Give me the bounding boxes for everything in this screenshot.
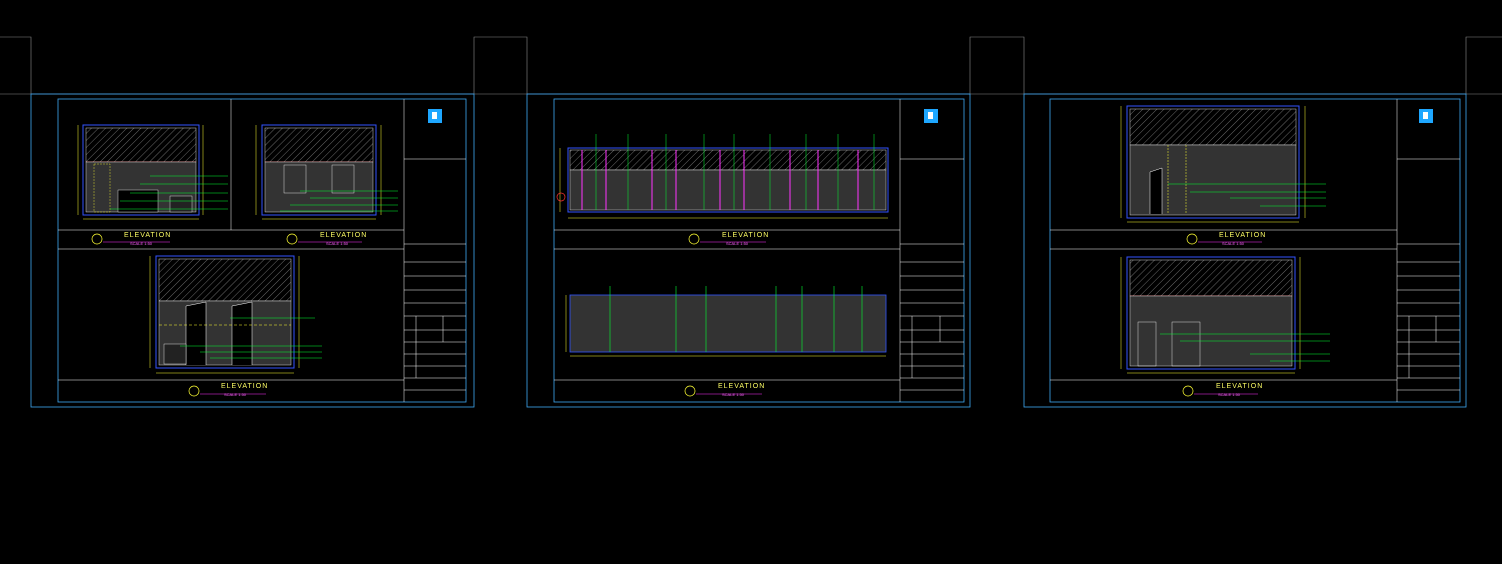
elevation-title-2b: ELEVATION [718, 383, 766, 390]
sheet-2-outer-frame [526, 93, 971, 408]
elevation-title-1b: ELEVATION [320, 232, 368, 239]
elevation-drawing-3b [1120, 256, 1330, 374]
title-block-3 [1397, 109, 1460, 391]
elevation-drawing-1c [149, 255, 322, 374]
sheet-tabs [0, 36, 1502, 95]
elevation-title-1a: ELEVATION [124, 232, 172, 239]
elevation-scale-2b: SCALE 1:50 [722, 392, 745, 397]
elevation-drawing-3a [1120, 105, 1326, 223]
elevation-drawing-2b [565, 286, 887, 357]
sheet-2-inner-frame [553, 98, 965, 403]
elevation-drawing-1a [77, 124, 228, 220]
sheet-3 [1023, 93, 1467, 408]
sheet-1 [30, 93, 475, 408]
title-block-1 [404, 109, 466, 391]
elevation-drawing-1b [255, 124, 398, 220]
cad-drawing-canvas [0, 36, 1502, 408]
title-block-2 [900, 109, 964, 391]
elevation-scale-1a: SCALE 1:50 [130, 241, 153, 246]
elevation-scale-3b: SCALE 1:50 [1218, 392, 1241, 397]
elevation-title-2a: ELEVATION [722, 232, 770, 239]
elevation-title-3a: ELEVATION [1219, 232, 1267, 239]
elevation-drawing-2a [556, 134, 889, 219]
elevation-scale-1c: SCALE 1:50 [224, 392, 247, 397]
elevation-title-3b: ELEVATION [1216, 383, 1264, 390]
elevation-scale-2a: SCALE 1:50 [726, 241, 749, 246]
elevation-scale-1b: SCALE 1:50 [326, 241, 349, 246]
sheet-2 [526, 93, 971, 408]
elevation-scale-3a: SCALE 1:50 [1222, 241, 1245, 246]
elevation-title-1c: ELEVATION [221, 383, 269, 390]
